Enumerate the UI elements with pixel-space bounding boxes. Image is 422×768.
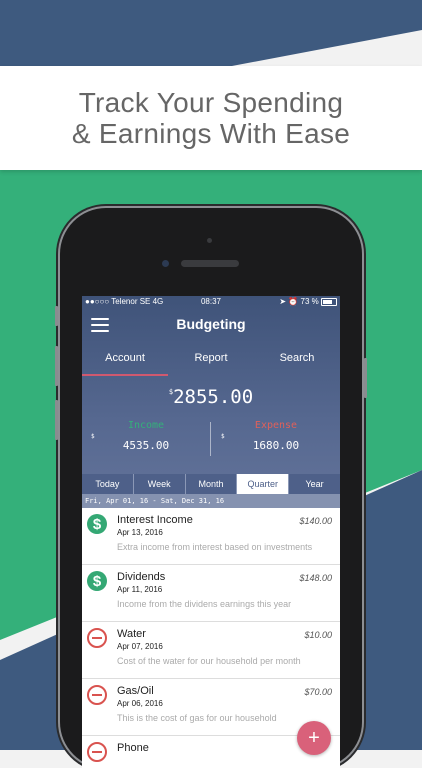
transaction-date: Apr 13, 2016 <box>117 528 163 537</box>
transaction-date: Apr 06, 2016 <box>117 699 163 708</box>
transaction-amount: $70.00 <box>304 687 332 697</box>
main-tabs: Account Report Search <box>82 348 340 376</box>
transaction-date: Apr 11, 2016 <box>117 585 163 594</box>
income-expense-summary: Income $ 4535.00 Expense $ 1680.00 <box>82 420 340 456</box>
dollar-icon: $ <box>87 514 107 534</box>
mute-switch <box>55 306 58 326</box>
transaction-name: Interest Income <box>117 514 193 526</box>
battery-icon <box>321 297 337 306</box>
plus-icon: + <box>308 727 320 749</box>
dollar-icon: $ <box>87 571 107 591</box>
alarm-icon: ⏰ <box>288 297 299 306</box>
app-header: ●●○○○ Telenor SE 4G 08:37 ➤ ⏰ 73 % Budge… <box>82 296 340 474</box>
front-camera <box>162 260 169 267</box>
tab-search[interactable]: Search <box>254 348 340 374</box>
transaction-item[interactable]: $ Interest Income Apr 13, 2016 $140.00 E… <box>82 508 340 565</box>
period-year[interactable]: Year <box>289 474 340 494</box>
transaction-item[interactable]: Water Apr 07, 2016 $10.00 Cost of the wa… <box>82 622 340 679</box>
status-bar: ●●○○○ Telenor SE 4G 08:37 ➤ ⏰ 73 % <box>82 296 340 308</box>
transaction-description: Cost of the water for our household per … <box>117 656 301 666</box>
balance-amount: 2855.00 <box>173 386 254 408</box>
earpiece-speaker <box>181 260 239 267</box>
power-button <box>364 358 367 398</box>
transaction-name: Water <box>117 628 146 640</box>
transaction-description: Income from the dividens earnings this y… <box>117 599 292 609</box>
transaction-description: This is the cost of gas for our househol… <box>117 713 277 723</box>
income-summary: Income $ 4535.00 <box>82 420 210 456</box>
minus-circle-icon <box>87 742 107 762</box>
app-screen: ●●○○○ Telenor SE 4G 08:37 ➤ ⏰ 73 % Budge… <box>82 296 340 768</box>
transaction-description: Extra income from interest based on inve… <box>117 542 313 552</box>
tab-account[interactable]: Account <box>82 348 168 376</box>
headline-line-2: & Earnings With Ease <box>71 118 351 149</box>
transaction-name: Phone <box>117 742 149 754</box>
volume-up-button <box>55 346 58 386</box>
headline-line-1: Track Your Spending <box>78 87 344 118</box>
minus-circle-icon <box>87 685 107 705</box>
summary-divider <box>210 422 211 456</box>
location-icon: ➤ <box>279 297 287 306</box>
transaction-amount: $148.00 <box>299 573 332 583</box>
expense-summary: Expense $ 1680.00 <box>212 420 340 456</box>
period-month[interactable]: Month <box>186 474 238 494</box>
transaction-amount: $140.00 <box>299 516 332 526</box>
expense-label: Expense <box>254 420 298 431</box>
transaction-name: Dividends <box>117 571 166 583</box>
battery-percent: 73 % <box>300 297 319 306</box>
phone-frame: ●●○○○ Telenor SE 4G 08:37 ➤ ⏰ 73 % Budge… <box>55 208 367 768</box>
headline-banner: Track Your Spending & Earnings With Ease <box>0 66 422 170</box>
volume-down-button <box>55 400 58 440</box>
balance-display: $2855.00 <box>82 386 340 408</box>
date-range: Fri, Apr 01, 16 - Sat, Dec 31, 16 <box>82 494 340 508</box>
balance-currency: $ <box>168 388 174 396</box>
period-week[interactable]: Week <box>134 474 186 494</box>
minus-circle-icon <box>87 628 107 648</box>
proximity-sensor <box>207 238 212 243</box>
period-today[interactable]: Today <box>82 474 134 494</box>
transaction-date: Apr 07, 2016 <box>117 642 163 651</box>
income-value: 4535.00 <box>122 439 170 452</box>
income-label: Income <box>127 420 165 431</box>
battery-status: ➤ ⏰ 73 % <box>279 297 337 306</box>
app-title: Budgeting <box>176 316 246 332</box>
period-selector: Today Week Month Quarter Year <box>82 474 340 494</box>
transaction-name: Gas/Oil <box>117 685 154 697</box>
transaction-amount: $10.00 <box>304 630 332 640</box>
tab-report[interactable]: Report <box>168 348 254 374</box>
expense-value: 1680.00 <box>252 439 300 452</box>
period-quarter[interactable]: Quarter <box>237 474 290 494</box>
transaction-item[interactable]: $ Dividends Apr 11, 2016 $148.00 Income … <box>82 565 340 622</box>
